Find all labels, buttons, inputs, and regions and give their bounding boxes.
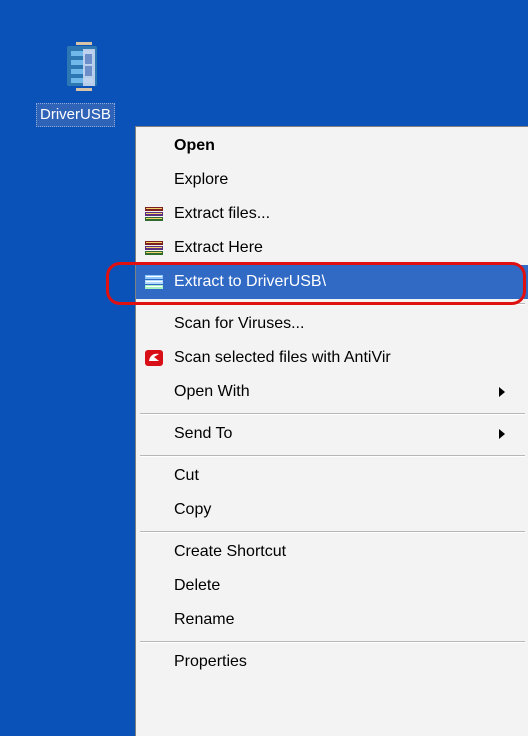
desktop-icon-driverusb[interactable]: DriverUSB (36, 42, 136, 142)
menu-item-extract-here[interactable]: Extract Here (136, 231, 528, 265)
menu-item-properties[interactable]: Properties (136, 645, 528, 679)
context-menu: Open Explore Extract files... Extract He… (135, 126, 528, 736)
menu-item-open-with[interactable]: Open With (136, 375, 528, 409)
menu-item-extract-files[interactable]: Extract files... (136, 197, 528, 231)
menu-item-label: Properties (174, 653, 247, 670)
menu-separator (140, 531, 525, 533)
menu-separator (140, 641, 525, 643)
desktop-icon-label: DriverUSB (36, 103, 115, 127)
menu-item-label: Extract Here (174, 239, 263, 256)
menu-item-label: Send To (174, 425, 233, 442)
submenu-arrow-icon (499, 429, 505, 439)
antivir-umbrella-icon (145, 350, 163, 366)
menu-item-label: Open (174, 137, 215, 154)
menu-item-label: Rename (174, 611, 235, 628)
menu-item-extract-to-driverusb[interactable]: Extract to DriverUSB\ (136, 265, 528, 299)
menu-item-label: Open With (174, 383, 250, 400)
winrar-books-icon (145, 207, 163, 221)
menu-item-label: Scan selected files with AntiVir (174, 349, 391, 366)
menu-item-label: Extract files... (174, 205, 271, 222)
menu-item-open[interactable]: Open (136, 129, 528, 163)
menu-item-explore[interactable]: Explore (136, 163, 528, 197)
menu-item-cut[interactable]: Cut (136, 459, 528, 493)
desktop: DriverUSB Open Explore Extract files... (0, 0, 528, 736)
menu-item-rename[interactable]: Rename (136, 603, 528, 637)
winrar-books-icon (145, 275, 163, 289)
menu-item-scan-for-viruses[interactable]: Scan for Viruses... (136, 307, 528, 341)
menu-item-label: Delete (174, 577, 221, 594)
menu-item-send-to[interactable]: Send To (136, 417, 528, 451)
submenu-arrow-icon (499, 387, 505, 397)
menu-item-copy[interactable]: Copy (136, 493, 528, 527)
menu-item-create-shortcut[interactable]: Create Shortcut (136, 535, 528, 569)
menu-separator (140, 455, 525, 457)
winrar-books-icon (145, 241, 163, 255)
menu-separator (140, 303, 525, 305)
menu-item-label: Cut (174, 467, 199, 484)
winrar-archive-icon (67, 42, 97, 91)
menu-item-label: Extract to DriverUSB\ (174, 273, 327, 290)
menu-item-label: Copy (174, 501, 212, 518)
menu-item-scan-with-antivir[interactable]: Scan selected files with AntiVir (136, 341, 528, 375)
menu-separator (140, 413, 525, 415)
menu-item-label: Scan for Viruses... (174, 315, 305, 332)
menu-item-label: Explore (174, 171, 229, 188)
menu-item-delete[interactable]: Delete (136, 569, 528, 603)
menu-item-label: Create Shortcut (174, 543, 287, 560)
